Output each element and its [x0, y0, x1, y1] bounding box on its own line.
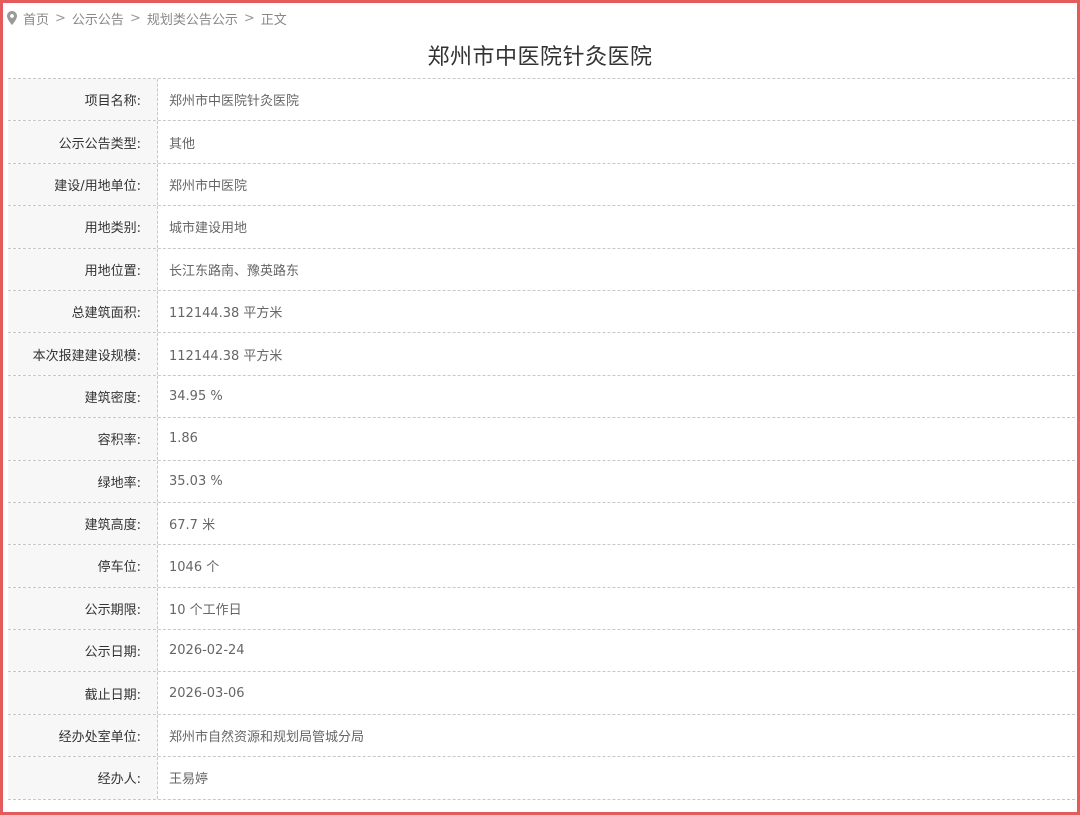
table-row: 公示期限: 10 个工作日 — [8, 587, 1075, 631]
field-value: 34.95 % — [169, 388, 223, 404]
breadcrumb-notices-link[interactable]: 公示公告 — [72, 9, 124, 28]
field-label: 经办处室单位: — [8, 714, 158, 757]
table-row: 建筑密度: 34.95 % — [8, 375, 1075, 419]
field-label: 绿地率: — [8, 460, 158, 502]
field-label: 公示期限: — [8, 587, 158, 630]
page-title: 郑州市中医院针灸医院 — [427, 45, 653, 70]
field-label: 建筑密度: — [8, 375, 158, 418]
table-row: 经办人: 王易婷 — [8, 757, 1075, 800]
field-value: 1046 个 — [169, 560, 220, 576]
field-value: 35.03 % — [169, 473, 223, 489]
location-pin-icon — [7, 11, 17, 25]
field-value: 长江东路南、豫英路东 — [169, 263, 300, 279]
table-row: 容积率: 1.86 — [8, 418, 1075, 461]
table-row: 用地类别: 城市建设用地 — [8, 206, 1075, 249]
field-label: 项目名称: — [8, 79, 158, 121]
table-row: 公示日期: 2026-02-24 — [8, 630, 1075, 673]
table-row: 本次报建建设规模: 112144.38 平方米 — [8, 333, 1075, 376]
field-value: 郑州市自然资源和规划局管城分局 — [169, 730, 365, 746]
field-value: 10 个工作日 — [169, 602, 242, 618]
field-label: 用地位置: — [8, 248, 158, 290]
table-row: 公示公告类型: 其他 — [8, 121, 1075, 164]
field-label: 建设/用地单位: — [8, 163, 158, 206]
field-label: 公示公告类型: — [8, 121, 158, 163]
page-frame: 首页 > 公示公告 > 规划类公告公示 > 正文 郑州市中医院针灸医院 项目名称… — [0, 0, 1080, 815]
breadcrumb-separator: > — [243, 10, 255, 26]
table-row: 绿地率: 35.03 % — [8, 460, 1075, 503]
table-row: 项目名称: 郑州市中医院针灸医院 — [8, 79, 1075, 122]
breadcrumb: 首页 > 公示公告 > 规划类公告公示 > 正文 — [7, 6, 287, 30]
field-value: 2026-03-06 — [169, 685, 245, 701]
field-label: 经办人: — [8, 757, 158, 799]
field-value: 郑州市中医院针灸医院 — [169, 94, 300, 110]
field-label: 截止日期: — [8, 672, 158, 714]
field-value: 郑州市中医院 — [169, 178, 248, 194]
table-row: 用地位置: 长江东路南、豫英路东 — [8, 248, 1075, 291]
table-row: 停车位: 1046 个 — [8, 545, 1075, 588]
table-row: 截止日期: 2026-03-06 — [8, 672, 1075, 715]
field-value: 1.86 — [169, 431, 198, 447]
field-value: 2026-02-24 — [169, 643, 245, 659]
field-label: 容积率: — [8, 418, 158, 460]
project-info-table: 项目名称: 郑州市中医院针灸医院 公示公告类型: 其他 建设/用地单位: 郑州市… — [8, 78, 1075, 800]
table-row: 经办处室单位: 郑州市自然资源和规划局管城分局 — [8, 714, 1075, 758]
breadcrumb-current: 正文 — [260, 12, 287, 28]
table-row: 建设/用地单位: 郑州市中医院 — [8, 163, 1075, 207]
field-label: 建筑高度: — [8, 502, 158, 545]
field-label: 停车位: — [8, 545, 158, 587]
field-value: 王易婷 — [169, 772, 209, 788]
field-value: 112144.38 平方米 — [169, 348, 283, 364]
field-value: 67.7 米 — [169, 518, 216, 534]
field-label: 用地类别: — [8, 206, 158, 248]
breadcrumb-separator: > — [129, 10, 141, 26]
field-label: 总建筑面积: — [8, 290, 158, 333]
field-value: 其他 — [169, 136, 196, 152]
field-label: 公示日期: — [8, 630, 158, 672]
field-value: 城市建设用地 — [169, 221, 248, 237]
field-value: 112144.38 平方米 — [169, 306, 283, 322]
table-row: 建筑高度: 67.7 米 — [8, 502, 1075, 546]
breadcrumb-planning-notices-link[interactable]: 规划类公告公示 — [147, 9, 238, 28]
table-row: 总建筑面积: 112144.38 平方米 — [8, 290, 1075, 334]
field-label: 本次报建建设规模: — [8, 333, 158, 375]
breadcrumb-home-link[interactable]: 首页 — [23, 9, 49, 28]
breadcrumb-separator: > — [55, 10, 66, 26]
